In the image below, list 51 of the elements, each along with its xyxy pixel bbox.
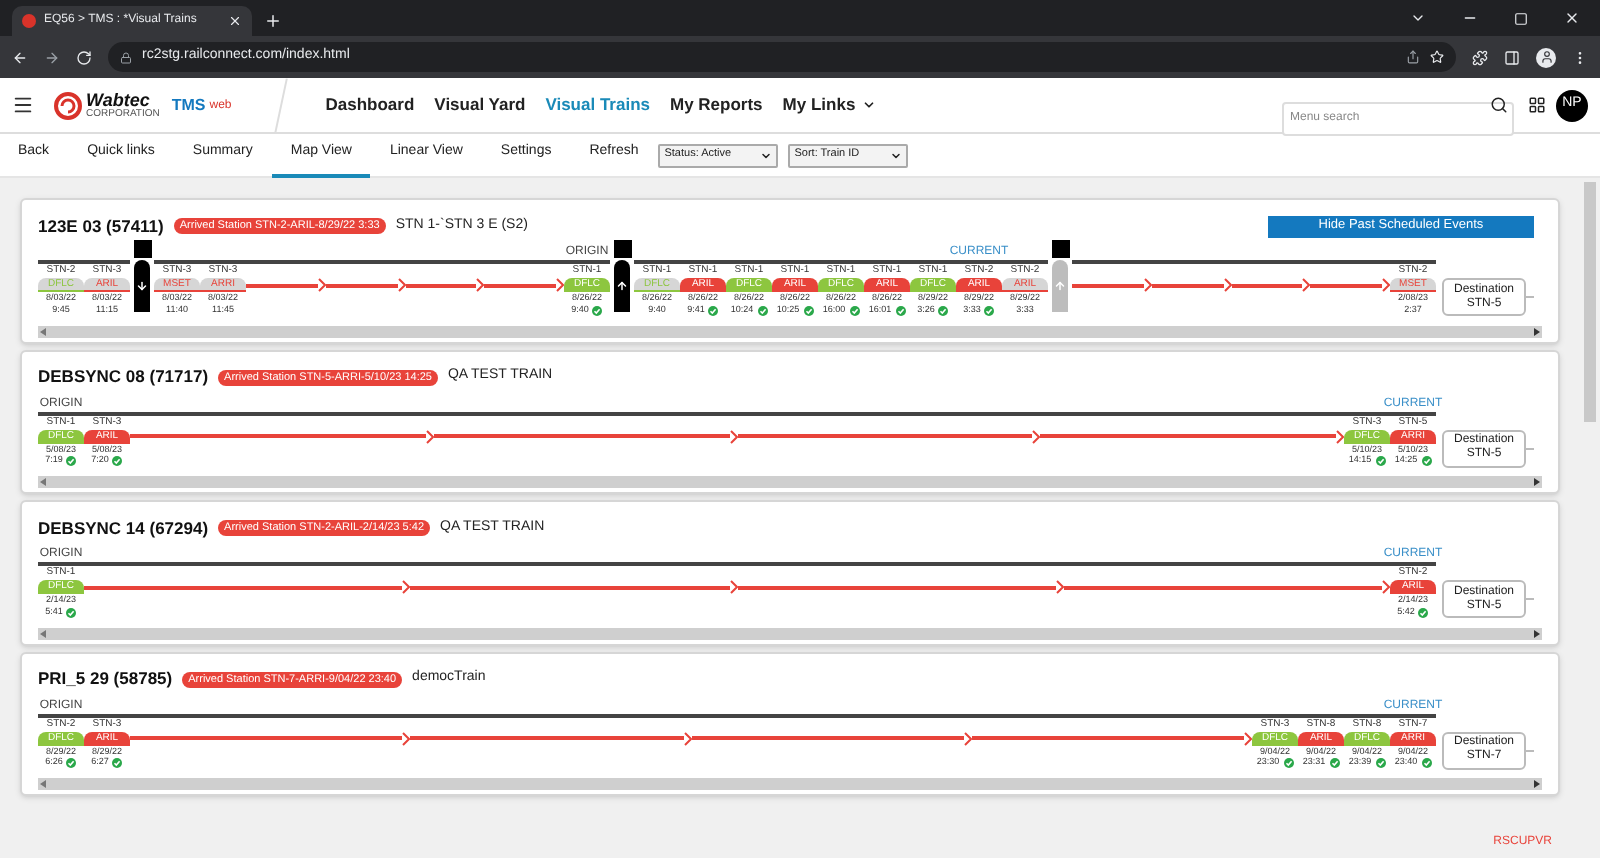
- reload-icon[interactable]: [76, 49, 92, 65]
- apps-grid-icon[interactable]: [1528, 96, 1546, 114]
- logo-text: Wabtec: [86, 91, 150, 109]
- close-tab-icon[interactable]: [228, 14, 242, 28]
- nav-link[interactable]: Visual Yard: [434, 92, 526, 118]
- scroll-left-icon[interactable]: [40, 629, 46, 637]
- direction-marker[interactable]: [614, 260, 630, 312]
- train-title[interactable]: PRI_5 29 (58785): [38, 666, 173, 692]
- close-icon[interactable]: [1564, 10, 1580, 26]
- menu-icon[interactable]: [12, 94, 34, 116]
- scroll-right-icon[interactable]: [1534, 629, 1540, 637]
- nav-link[interactable]: My Reports: [670, 92, 763, 118]
- scroll-right-icon[interactable]: [1534, 478, 1540, 486]
- lock-icon: [120, 51, 132, 63]
- scroll-left-icon[interactable]: [40, 780, 46, 788]
- profile-icon[interactable]: [1536, 47, 1556, 67]
- back-icon[interactable]: [12, 49, 28, 65]
- caret-icon: [861, 98, 876, 112]
- caret-icon: [890, 149, 903, 161]
- direction-marker[interactable]: [134, 260, 150, 312]
- train-title[interactable]: 123E 03 (57411): [38, 213, 164, 239]
- horizontal-scrollbar[interactable]: [38, 476, 1542, 488]
- maximize-icon[interactable]: [1514, 11, 1528, 25]
- horizontal-scrollbar[interactable]: [38, 627, 1542, 639]
- scroll-right-icon[interactable]: [1534, 780, 1540, 788]
- logo-swirl-icon: [54, 91, 82, 119]
- search-icon[interactable]: [1490, 96, 1508, 114]
- bookmark-star-icon[interactable]: [1430, 50, 1444, 64]
- favicon-icon: [22, 14, 36, 28]
- scroll-left-icon[interactable]: [40, 327, 46, 335]
- nav-link[interactable]: My Links: [782, 92, 876, 118]
- extensions-icon[interactable]: [1472, 49, 1488, 65]
- horizontal-scrollbar[interactable]: [38, 325, 1542, 337]
- product-name: TMS: [171, 93, 206, 117]
- tab-search-icon[interactable]: [1410, 10, 1426, 26]
- caret-icon: [760, 149, 773, 161]
- scroll-left-icon[interactable]: [40, 478, 46, 486]
- direction-marker[interactable]: [1052, 260, 1068, 312]
- marker-square: [613, 240, 631, 258]
- side-panel-icon[interactable]: [1504, 49, 1520, 65]
- train-title[interactable]: DEBSYNC 14 (67294): [38, 515, 209, 541]
- nav-link[interactable]: Visual Trains: [545, 92, 650, 118]
- marker-square: [133, 240, 151, 258]
- horizontal-scrollbar[interactable]: [38, 778, 1542, 790]
- new-tab-icon[interactable]: [264, 12, 282, 30]
- forward-icon[interactable]: [44, 49, 60, 65]
- train-title[interactable]: DEBSYNC 08 (71717): [38, 364, 209, 390]
- scroll-right-icon[interactable]: [1534, 327, 1540, 335]
- marker-square: [1051, 240, 1069, 258]
- nav-link[interactable]: Dashboard: [325, 92, 415, 118]
- share-icon[interactable]: [1406, 50, 1420, 64]
